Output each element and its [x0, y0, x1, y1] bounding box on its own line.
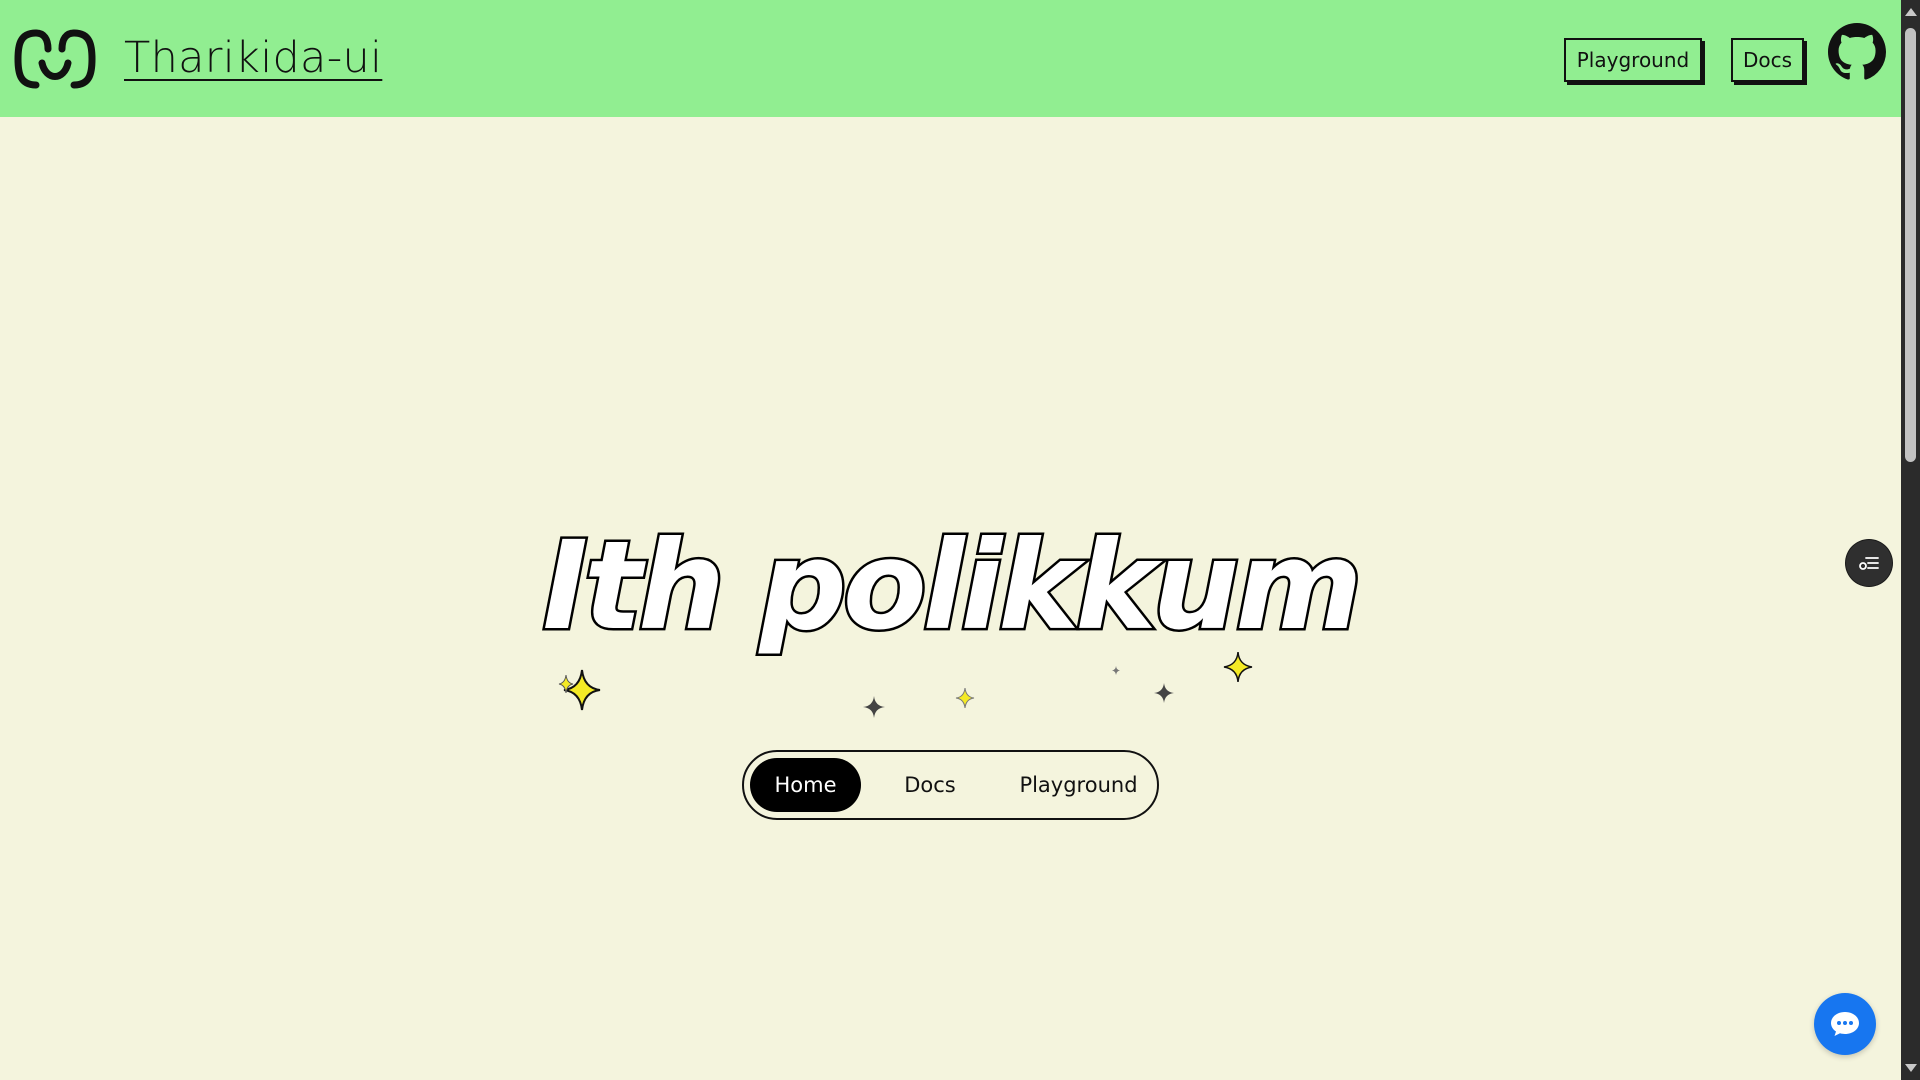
hero-title: Ith polikkum [540, 515, 1365, 657]
smiley-logo-icon[interactable] [14, 29, 96, 89]
page-scrollbar[interactable] [1901, 0, 1920, 1080]
sparkle-icon [1112, 666, 1120, 675]
brand-link[interactable]: Tharikida-ui [124, 33, 382, 83]
sparkle-icon [955, 687, 975, 709]
sparkle-icon [563, 669, 601, 711]
pill-nav-playground[interactable]: Playground [1006, 758, 1151, 812]
chat-bubble-icon [1831, 1012, 1859, 1036]
chat-button[interactable] [1814, 993, 1876, 1055]
pill-nav-home[interactable]: Home [750, 758, 861, 812]
header-playground-button[interactable]: Playground [1564, 38, 1702, 82]
sparkles-icon [558, 651, 1253, 718]
top-navbar: Tharikida-ui Playground Docs [0, 0, 1901, 117]
sparkle-icon [1154, 683, 1174, 703]
scroll-up-arrow-icon[interactable] [1905, 8, 1917, 16]
scroll-down-arrow-icon[interactable] [1905, 1064, 1917, 1072]
pill-nav-docs[interactable]: Docs [884, 758, 976, 812]
sparkle-icon [863, 696, 885, 718]
header-docs-button[interactable]: Docs [1731, 38, 1804, 82]
sparkle-icon [1223, 651, 1253, 683]
settings-list-button[interactable] [1846, 540, 1892, 586]
github-icon[interactable] [1828, 23, 1886, 81]
settings-list-icon [1859, 557, 1879, 570]
pill-nav: Home Docs Playground [742, 750, 1159, 820]
scrollbar-thumb[interactable] [1905, 28, 1916, 462]
